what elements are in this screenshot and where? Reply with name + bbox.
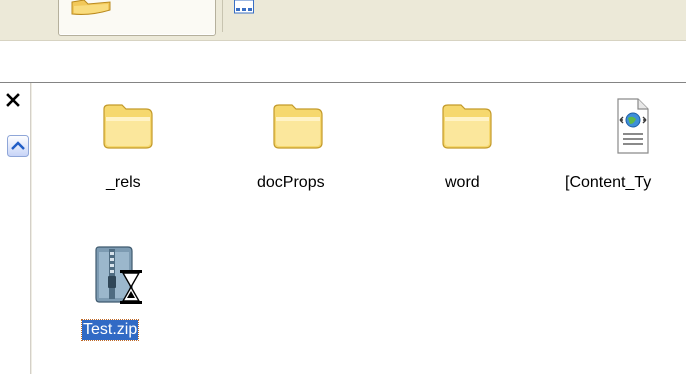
list-item[interactable]: docProps: [246, 103, 356, 198]
address-bar-area: [0, 42, 686, 83]
explorer-window: _rels docProps word [Content_Ty Test.zip: [0, 0, 686, 374]
folder-icon: [273, 104, 323, 149]
folder-icon: [71, 0, 111, 15]
list-item-label: [Content_Ty: [565, 174, 652, 191]
close-icon[interactable]: [6, 93, 20, 107]
chevron-up-icon[interactable]: [7, 135, 29, 157]
list-item[interactable]: word: [415, 103, 525, 198]
list-item-label: docProps: [257, 174, 325, 191]
xml-document-icon: [617, 98, 649, 154]
list-item-label: Test.zip: [80, 319, 140, 341]
list-item[interactable]: _rels: [76, 103, 186, 198]
list-item[interactable]: [Content_Ty: [565, 97, 686, 192]
folder-icon: [442, 104, 492, 149]
list-item-label: word: [445, 174, 480, 191]
task-pane: [0, 83, 30, 374]
views-icon[interactable]: [234, 0, 254, 14]
toolbar-separator: [222, 0, 223, 32]
list-item-label: _rels: [106, 174, 141, 191]
list-item[interactable]: Test.zip: [80, 246, 190, 341]
folder-icon: [103, 104, 153, 149]
zip-hourglass-icon: [95, 246, 142, 304]
